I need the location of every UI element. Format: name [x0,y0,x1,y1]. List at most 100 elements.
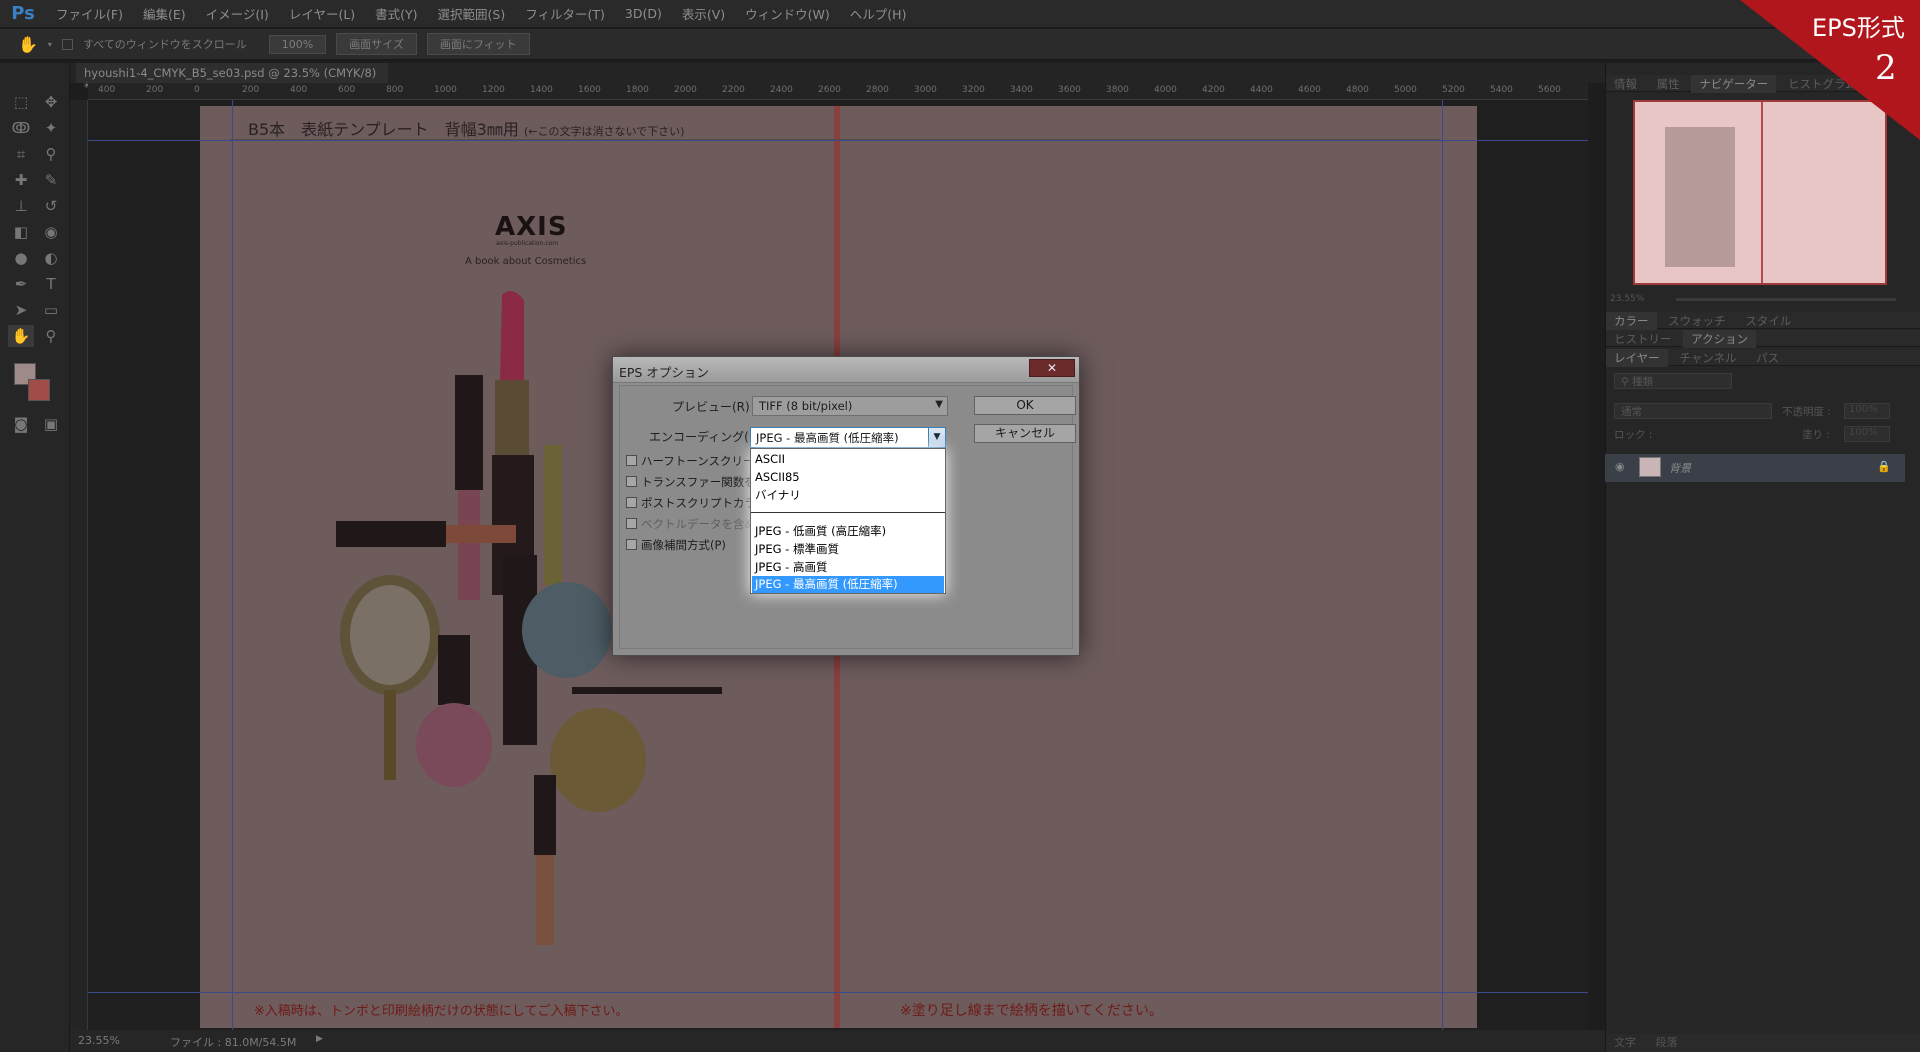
menu-bar: Ps ファイル(F) 編集(E) イメージ(I) レイヤー(L) 書式(Y) 選… [0,0,1920,28]
fit-screen-button[interactable]: 画面サイズ [336,33,417,55]
tool-preset-chevron-icon[interactable]: ▾ [48,40,52,49]
tab-paragraph[interactable]: 段落 [1648,1036,1686,1049]
menu-select[interactable]: 選択範囲(S) [428,4,516,23]
menu-3d[interactable]: 3D(D) [615,6,672,21]
lipstick-shape [500,291,524,380]
fill-field[interactable]: 100% [1844,426,1890,442]
perfume-bottle-shape [522,582,612,678]
encoding-option-jpeg-high[interactable]: JPEG - 高画質 [755,559,827,576]
menu-layer[interactable]: レイヤー(L) [279,4,365,23]
ruler-tick-label: 0 [194,85,200,95]
encoding-option-jpeg-low[interactable]: JPEG - 低画質 (高圧縮率) [755,523,886,540]
vertical-ruler[interactable] [70,100,88,1030]
hand-tool-active-icon[interactable]: ✋ [8,325,34,347]
clone-stamp-tool-icon[interactable]: ⊥ [8,195,34,217]
tab-paths[interactable]: パス [1748,349,1787,367]
blur-tool-icon[interactable]: ● [8,247,34,269]
menu-file[interactable]: ファイル(F) [46,4,133,23]
blend-mode-select[interactable]: 通常 [1614,403,1772,419]
hand-tool-icon[interactable]: ✋ [18,35,38,54]
shape-tool-icon[interactable]: ▭ [38,299,64,321]
tab-layers[interactable]: レイヤー [1606,349,1668,367]
eye-icon[interactable]: ◉ [1615,460,1625,473]
tab-actions[interactable]: アクション [1683,330,1757,348]
brand-url: axis-publication.com [496,240,559,247]
status-menu-arrow-icon[interactable]: ▶ [316,1034,323,1044]
encoding-select[interactable]: JPEG - 最高画質 (低圧縮率) [750,427,946,448]
ruler-tick-label: 5200 [1442,85,1465,95]
menu-view[interactable]: 表示(V) [672,4,735,23]
menu-filter[interactable]: フィルター(T) [515,4,615,23]
thumbnail-art [1665,127,1735,267]
paint-bucket-tool-icon[interactable]: ◉ [38,221,64,243]
ruler-tick-label: 2800 [866,85,889,95]
menu-edit[interactable]: 編集(E) [133,4,196,23]
corner-badge-number: 2 [1875,48,1897,88]
lipstick-case-shape [438,635,470,705]
document-tab[interactable]: hyoushi1-4_CMYK_B5_se03.psd @ 23.5% (CMY… [76,63,388,94]
tab-swatches[interactable]: スウォッチ [1660,312,1734,330]
tab-channels[interactable]: チャンネル [1671,349,1744,367]
healing-brush-tool-icon[interactable]: ✚ [8,169,34,191]
menu-image[interactable]: イメージ(I) [196,4,279,23]
eyedropper-tool-icon[interactable]: ⚲ [38,143,64,165]
tab-color[interactable]: カラー [1606,312,1657,330]
navigator-zoom-slider[interactable] [1676,298,1896,301]
horizontal-ruler[interactable]: 400 200 0 200 400 600 800 1000 1200 1400 1600 1800 2… [88,83,1588,100]
tab-character[interactable]: 文字 [1606,1036,1644,1049]
guide-line [232,100,233,1030]
note-left: ※入稿時は、トンボと印刷絵柄だけの状態にしてご入稿下さい。 [254,1004,629,1019]
encoding-option-ascii[interactable]: ASCII [755,451,785,468]
guide-line [88,140,1588,141]
encoding-option-jpeg-medium[interactable]: JPEG - 標準画質 [755,541,839,558]
ruler-tick-label: 400 [290,85,308,95]
menu-help[interactable]: ヘルプ(H) [840,4,917,23]
guide-line [1442,100,1443,1030]
tab-styles[interactable]: スタイル [1737,312,1799,330]
lasso-tool-icon[interactable]: ↂ [8,117,34,139]
fill-screen-button[interactable]: 画面にフィット [426,33,530,55]
brush-tool-icon[interactable]: ✎ [38,169,64,191]
menu-type[interactable]: 書式(Y) [365,4,427,23]
eraser-tool-icon[interactable]: ◧ [8,221,34,243]
layer-row-background[interactable]: ◉ 背景 🔒 [1605,454,1905,482]
move-tool-icon[interactable]: ✥ [38,91,64,113]
menu-window[interactable]: ウィンドウ(W) [735,4,840,23]
tab-info[interactable]: 情報 [1606,75,1645,93]
encoding-option-binary[interactable]: バイナリ [755,487,801,504]
chevron-down-icon[interactable]: ▼ [928,428,945,447]
close-icon[interactable]: ✕ [1029,359,1075,377]
ruler-tick-label: 1200 [482,85,505,95]
tab-history[interactable]: ヒストリー [1606,330,1680,348]
zoom-100-button[interactable]: 100% [268,34,327,54]
layer-kind-filter[interactable]: ⚲ 種類 [1614,373,1732,389]
cancel-button[interactable]: キャンセル [974,424,1076,443]
app-logo: Ps [11,3,35,24]
tab-properties[interactable]: 属性 [1649,75,1688,93]
crop-tool-icon[interactable]: ⌗ [8,143,34,165]
dodge-tool-icon[interactable]: ◐ [38,247,64,269]
encoding-option-ascii85[interactable]: ASCII85 [755,469,800,486]
interpolation-checkbox[interactable]: 画像補間方式(P) [626,537,726,553]
pen-tool-icon[interactable]: ✒ [8,273,34,295]
bottom-panel-tabs: 文字 段落 [1606,1034,1920,1052]
screen-mode-icon[interactable]: ▣ [38,413,64,435]
lipstick-shape [536,855,554,945]
quick-mask-icon[interactable]: ◙ [8,413,34,435]
marquee-tool-icon[interactable]: ⬚ [8,91,34,113]
path-select-tool-icon[interactable]: ➤ [8,299,34,321]
ok-button[interactable]: OK [974,396,1076,415]
status-zoom[interactable]: 23.55% [78,1034,120,1047]
status-file-info: ファイル : 81.0M/54.5M [170,1036,297,1049]
ruler-tick-label: 4400 [1250,85,1273,95]
background-color-swatch[interactable] [28,379,50,401]
scroll-all-checkbox[interactable] [61,38,73,50]
encoding-option-jpeg-maximum[interactable]: JPEG - 最高画質 (低圧縮率) [752,576,944,593]
history-brush-tool-icon[interactable]: ↺ [38,195,64,217]
opacity-field[interactable]: 100% [1844,403,1890,419]
magic-wand-tool-icon[interactable]: ✦ [38,117,64,139]
type-tool-icon[interactable]: T [38,273,64,295]
vector-data-checkbox: ベクトルデータを含める [626,516,768,532]
zoom-tool-icon[interactable]: ⚲ [38,325,64,347]
preview-select[interactable]: TIFF (8 bit/pixel) ▼ [752,396,948,416]
